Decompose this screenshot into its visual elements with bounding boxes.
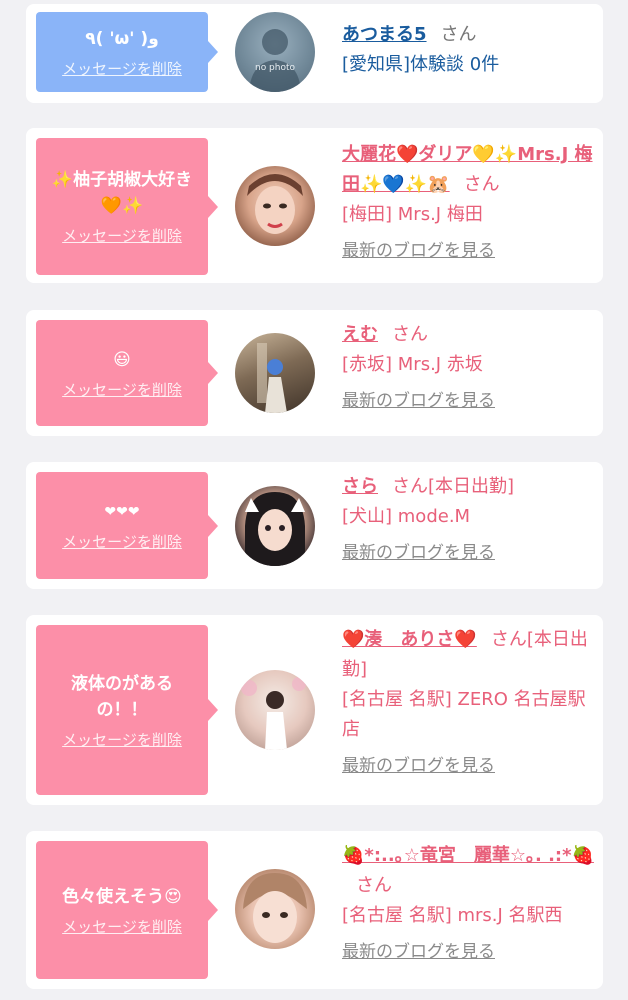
message-card: ✨柚子胡椒大好き🧡✨ メッセージを削除 大麗花❤️ダリア💛✨Mrs.J 梅田✨💙…	[26, 128, 603, 283]
message-bubble: ✨柚子胡椒大好き🧡✨ メッセージを削除	[36, 138, 218, 275]
honorific: さん	[463, 174, 500, 195]
message-text: 😃	[113, 349, 131, 370]
delete-message-link[interactable]: メッセージを削除	[62, 379, 182, 400]
delete-message-link[interactable]: メッセージを削除	[62, 225, 182, 246]
sender-info: さら さん[本日出勤] [犬山] mode.M 最新のブログを見る	[342, 472, 597, 568]
sender-info: えむ さん [赤坂] Mrs.J 赤坂 最新のブログを見る	[342, 320, 597, 416]
sender-info: ❤️湊 ありさ❤️ さん[本日出勤] [名古屋 名駅] ZERO 名古屋駅店 最新…	[342, 625, 597, 781]
profile-photo	[257, 343, 287, 413]
sender-detail: [愛知県]体験談 0件	[342, 54, 500, 75]
honorific: さん	[356, 875, 392, 896]
svg-text:no photo: no photo	[255, 63, 296, 73]
message-card: ❤❤❤ メッセージを削除 さら さん[本日出勤] [犬山] mode.M 最新のブ…	[26, 462, 603, 589]
latest-blog-link[interactable]: 最新のブログを見る	[342, 538, 495, 568]
delete-message-link[interactable]: メッセージを削除	[62, 916, 182, 937]
message-card: ٩( 'ω' )و メッセージを削除 no photo あつまる5 さん [愛知県…	[26, 4, 603, 103]
profile-photo	[243, 873, 307, 943]
avatar[interactable]	[235, 166, 315, 246]
avatar[interactable]	[235, 670, 315, 750]
message-bubble: 色々使えそう😍 メッセージを削除	[36, 841, 218, 979]
message-text: 液体のがあるの！！	[71, 673, 173, 720]
message-text: ❤❤❤	[104, 504, 140, 520]
profile-photo	[241, 677, 306, 750]
sender-name-link[interactable]: えむ	[342, 324, 378, 345]
message-bubble: ❤❤❤ メッセージを削除	[36, 472, 218, 579]
sender-name-link[interactable]: あつまる5	[342, 24, 427, 45]
message-bubble: 😃 メッセージを削除	[36, 320, 218, 426]
sender-detail: [赤坂] Mrs.J 赤坂	[342, 354, 483, 375]
message-card: 液体のがあるの！！ メッセージを削除 ❤️湊 ありさ❤️ さん[本日出勤] [名古…	[26, 615, 603, 805]
no-photo-icon: no photo	[249, 29, 301, 92]
honorific: さん[本日出勤]	[392, 476, 515, 497]
sender-detail: [名古屋 名駅] ZERO 名古屋駅店	[342, 689, 586, 740]
profile-photo	[245, 492, 305, 566]
message-bubble: 液体のがあるの！！ メッセージを削除	[36, 625, 218, 795]
sender-detail: [梅田] Mrs.J 梅田	[342, 204, 483, 225]
avatar[interactable]: no photo	[235, 12, 315, 92]
delete-message-link[interactable]: メッセージを削除	[62, 531, 182, 552]
message-card: 😃 メッセージを削除 えむ さん [赤坂] Mrs.J 赤坂 最新のブログを見る	[26, 310, 603, 436]
sender-info: あつまる5 さん [愛知県]体験談 0件	[342, 20, 597, 80]
sender-info: 大麗花❤️ダリア💛✨Mrs.J 梅田✨💙✨🐹 さん [梅田] Mrs.J 梅田 最…	[342, 140, 597, 266]
honorific: さん	[392, 324, 428, 345]
sender-detail: [名古屋 名駅] mrs.J 名駅西	[342, 905, 563, 926]
sender-name-link[interactable]: ❤️湊 ありさ❤️	[342, 629, 477, 650]
latest-blog-link[interactable]: 最新のブログを見る	[342, 937, 495, 967]
delete-message-link[interactable]: メッセージを削除	[62, 58, 182, 79]
message-text: ✨柚子胡椒大好き🧡✨	[51, 170, 193, 216]
message-card: 色々使えそう😍 メッセージを削除 🍓*:..｡☆竜宮 麗華☆｡. .:*🍓 さん …	[26, 831, 603, 989]
latest-blog-link[interactable]: 最新のブログを見る	[342, 751, 495, 781]
sender-name-link[interactable]: 🍓*:..｡☆竜宮 麗華☆｡. .:*🍓	[342, 845, 594, 866]
message-text: 色々使えそう😍	[62, 886, 182, 907]
avatar[interactable]	[235, 486, 315, 566]
sender-info: 🍓*:..｡☆竜宮 麗華☆｡. .:*🍓 さん [名古屋 名駅] mrs.J 名駅…	[342, 841, 597, 967]
delete-message-link[interactable]: メッセージを削除	[62, 729, 182, 750]
honorific: さん	[440, 24, 477, 45]
sender-detail: [犬山] mode.M	[342, 506, 471, 527]
message-bubble: ٩( 'ω' )و メッセージを削除	[36, 12, 218, 92]
avatar[interactable]	[235, 869, 315, 949]
message-text: ٩( 'ω' )و	[85, 28, 159, 49]
latest-blog-link[interactable]: 最新のブログを見る	[342, 386, 495, 416]
avatar[interactable]	[235, 333, 315, 413]
profile-photo	[247, 174, 303, 234]
sender-name-link[interactable]: さら	[342, 476, 378, 497]
latest-blog-link[interactable]: 最新のブログを見る	[342, 236, 495, 266]
